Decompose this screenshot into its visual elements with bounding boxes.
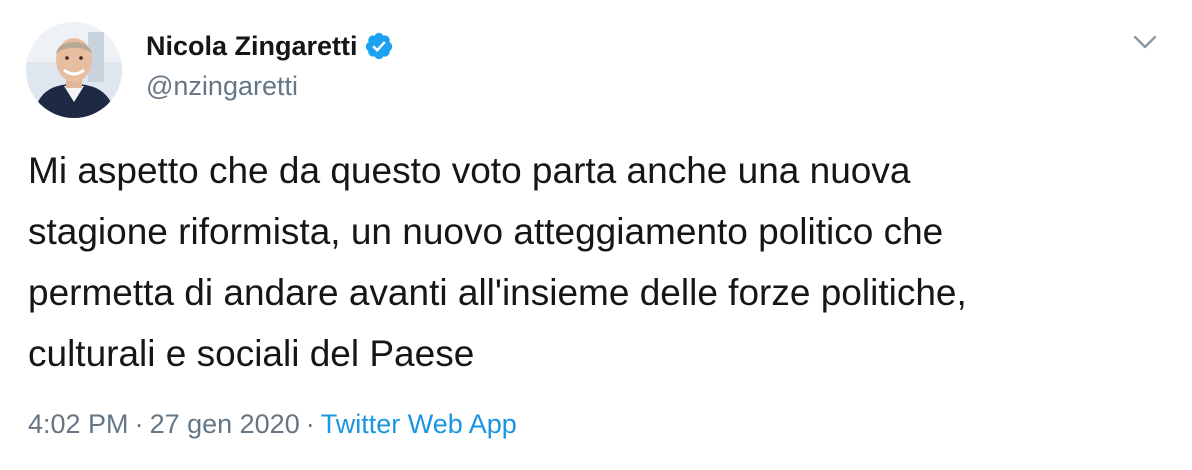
tweet-card: Nicola Zingaretti @nzingaretti Mi aspett… [0,0,1192,470]
tweet-date[interactable]: 27 gen 2020 [150,409,300,439]
author-handle[interactable]: @nzingaretti [146,68,394,104]
author-block: Nicola Zingaretti @nzingaretti [146,28,394,104]
tweet-source-link[interactable]: Twitter Web App [321,409,517,439]
meta-separator: · [305,409,315,439]
verified-badge-icon [364,31,394,61]
tweet-line: stagione riformista, un nuovo atteggiame… [28,211,944,252]
tweet-time[interactable]: 4:02 PM [28,409,129,439]
tweet-line: permetta di andare avanti all'insieme de… [28,272,967,313]
author-name[interactable]: Nicola Zingaretti [146,28,358,64]
name-row: Nicola Zingaretti [146,28,394,64]
avatar-image [26,22,122,118]
avatar[interactable] [26,22,122,118]
tweet-line: Mi aspetto che da questo voto parta anch… [28,150,911,191]
tweet-line: culturali e sociali del Paese [28,333,475,374]
chevron-down-icon[interactable] [1130,30,1160,54]
meta-separator: · [134,409,144,439]
tweet-meta: 4:02 PM · 27 gen 2020 · Twitter Web App [28,406,517,442]
tweet-text: Mi aspetto che da questo voto parta anch… [28,140,1168,384]
